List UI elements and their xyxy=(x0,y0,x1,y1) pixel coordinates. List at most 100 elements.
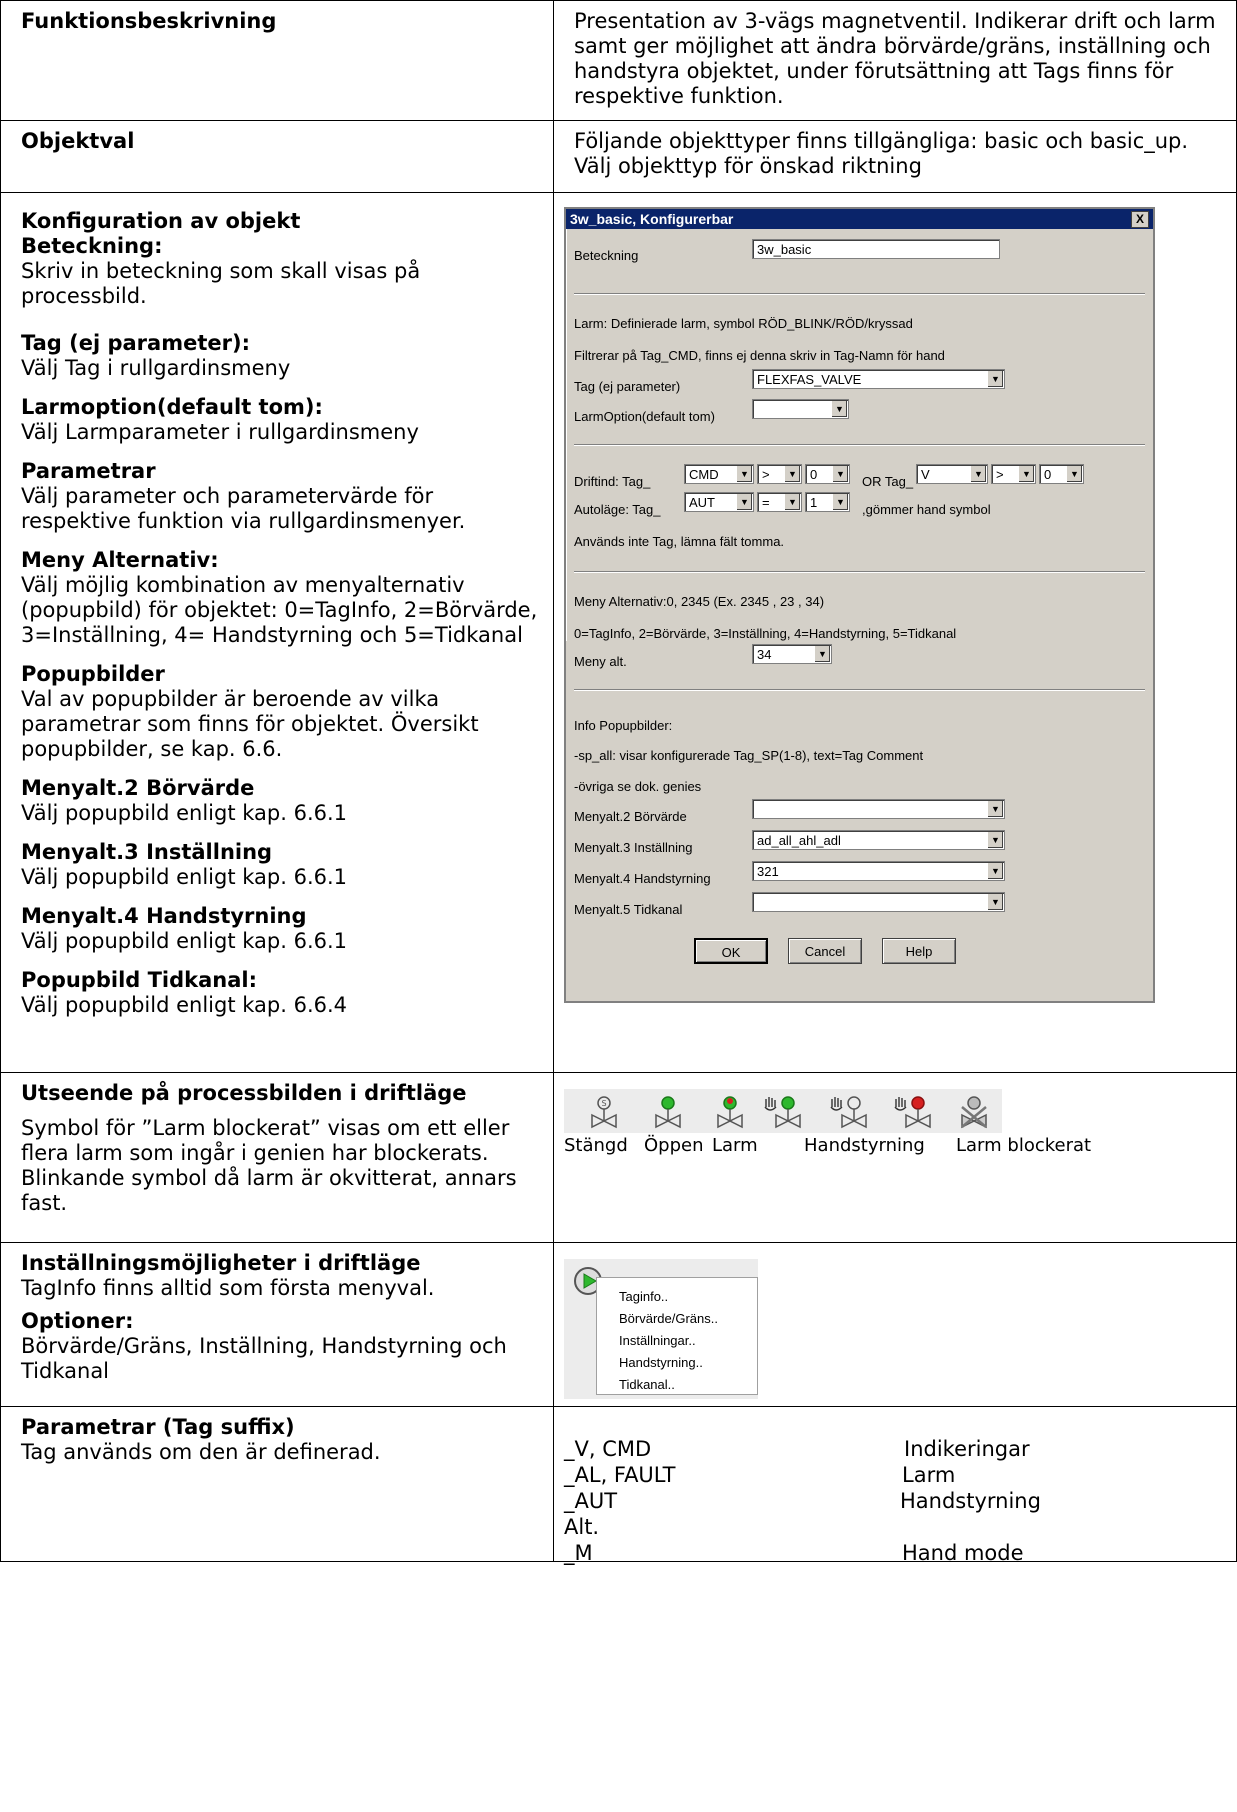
section-title: Konfiguration av objekt xyxy=(21,209,301,233)
context-menu: Taginfo.. Börvärde/Gräns.. Inställningar… xyxy=(596,1277,758,1395)
tag-select[interactable]: FLEXFAS_VALVE ▼ xyxy=(752,369,1005,389)
cancel-button[interactable]: Cancel xyxy=(788,938,862,964)
chevron-down-icon[interactable]: ▼ xyxy=(784,466,800,482)
row-label: Parametrar (Tag suffix) xyxy=(21,1415,295,1439)
select-value: = xyxy=(762,495,770,510)
chevron-down-icon[interactable]: ▼ xyxy=(831,401,847,417)
menyalt2-heading: Menyalt.2 Börvärde xyxy=(21,776,255,800)
param-tag: _AUT xyxy=(564,1489,618,1513)
m3-select[interactable]: ad_all_ahl_adl ▼ xyxy=(752,830,1005,850)
chevron-down-icon[interactable]: ▼ xyxy=(987,894,1003,910)
tag-heading: Tag (ej parameter): xyxy=(21,331,250,355)
row-text: Symbol för ”Larm blockerat” visas om ett… xyxy=(21,1116,517,1215)
config-dialog-lower: Meny alt. 34 ▼ Info Popupbilder: -sp_all:… xyxy=(564,641,1155,1003)
dialog-title: 3w_basic, Konfigurerbar xyxy=(566,209,1153,229)
cell-label: Utseende på processbilden i driftläge Sy… xyxy=(0,1072,554,1243)
chevron-down-icon[interactable]: ▼ xyxy=(987,863,1003,879)
valve-open-icon xyxy=(655,1096,681,1129)
divider xyxy=(574,444,1145,446)
select-value: ad_all_ahl_adl xyxy=(757,833,841,848)
menyalt3-heading: Menyalt.3 Inställning xyxy=(21,840,273,864)
select-value: CMD xyxy=(689,467,719,482)
param-tag: Alt. xyxy=(564,1515,600,1539)
symbol-label: Larm xyxy=(712,1135,758,1156)
chevron-down-icon[interactable]: ▼ xyxy=(1018,466,1034,482)
select-value: 0 xyxy=(1044,467,1052,482)
chevron-down-icon[interactable]: ▼ xyxy=(832,466,848,482)
larmoption-heading: Larmoption(default tom): xyxy=(21,395,323,419)
cell-value: Följande objekttyper finns tillgängliga:… xyxy=(553,120,1237,193)
driftind-val-select[interactable]: 0 ▼ xyxy=(805,464,850,484)
m5-label: Menyalt.5 Tidkanal xyxy=(574,902,683,917)
select-value: V xyxy=(921,467,930,482)
meny-text: Välj möjlig kombination av menyalternati… xyxy=(21,573,538,647)
row-text: Tag används om den är definerad. xyxy=(21,1440,381,1464)
chevron-down-icon[interactable]: ▼ xyxy=(832,494,848,510)
popup-text: Val av popupbilder är beroende av vilka … xyxy=(21,687,479,761)
select-value: 34 xyxy=(757,647,772,662)
beteckning-input[interactable]: 3w_basic xyxy=(752,239,1000,259)
cell-symbols: S Stängd Öppen Larm Handstyrning Larm bl… xyxy=(553,1072,1237,1243)
cell-label: Konfiguration av objekt Beteckning: Skri… xyxy=(0,192,554,1073)
larm-info: Larm: Definierade larm, symbol RÖD_BLINK… xyxy=(574,316,913,331)
help-button[interactable]: Help xyxy=(882,938,956,964)
menu-item-tidkanal[interactable]: Tidkanal.. xyxy=(619,1372,675,1397)
tidkanal-text: Välj popupbild enligt kap. 6.6.4 xyxy=(21,993,348,1017)
symbol-label: Handstyrning xyxy=(804,1135,925,1156)
larmoption-select[interactable]: ▼ xyxy=(752,399,849,419)
chevron-down-icon[interactable]: ▼ xyxy=(970,466,986,482)
symbol-label: Stängd xyxy=(564,1135,628,1156)
close-icon[interactable]: X xyxy=(1131,211,1149,228)
row-label: Objektval xyxy=(21,129,135,153)
beteckning-text: Skriv in beteckning som skall visas på p… xyxy=(21,259,421,308)
row-text: Följande objekttyper finns tillgängliga:… xyxy=(574,129,1189,178)
param-tag: _M xyxy=(564,1541,593,1565)
chevron-down-icon[interactable]: ▼ xyxy=(784,494,800,510)
chevron-down-icon[interactable]: ▼ xyxy=(987,371,1003,387)
auto-tag-select[interactable]: AUT ▼ xyxy=(684,492,754,512)
chevron-down-icon[interactable]: ▼ xyxy=(736,494,752,510)
divider xyxy=(574,571,1145,573)
divider xyxy=(574,689,1145,691)
chevron-down-icon[interactable]: ▼ xyxy=(736,466,752,482)
meny-heading: Meny Alternativ: xyxy=(21,548,219,572)
or-op-select[interactable]: > ▼ xyxy=(991,464,1036,484)
select-value: AUT xyxy=(689,495,715,510)
or-label: OR Tag_ xyxy=(862,474,914,489)
chevron-down-icon[interactable]: ▼ xyxy=(987,832,1003,848)
tag-label: Tag (ej parameter) xyxy=(574,379,681,394)
auto-op-select[interactable]: = ▼ xyxy=(757,492,802,512)
function-table: Funktionsbeskrivning Presentation av 3-v… xyxy=(0,0,1237,1565)
param-list: _V, CMD Indikeringar _AL, FAULT Larm _AU… xyxy=(564,1415,1224,1565)
param-desc: Larm xyxy=(902,1463,956,1487)
alarm-blocked-icon xyxy=(961,1096,987,1129)
symbol-label: Larm blockerat xyxy=(956,1135,1092,1156)
or-tag-select[interactable]: V ▼ xyxy=(916,464,988,484)
m4-select[interactable]: 321 ▼ xyxy=(752,861,1005,881)
tag-select-value: FLEXFAS_VALVE xyxy=(757,372,862,387)
m2-label: Menyalt.2 Börvärde xyxy=(574,809,687,824)
chevron-down-icon[interactable]: ▼ xyxy=(987,801,1003,817)
hand-open-icon xyxy=(764,1096,801,1129)
driftind-op-select[interactable]: > ▼ xyxy=(757,464,802,484)
auto-val-select[interactable]: 1 ▼ xyxy=(805,492,850,512)
chevron-down-icon[interactable]: ▼ xyxy=(814,646,830,662)
row-objektval: Objektval Följande objekttyper finns til… xyxy=(0,120,1237,193)
m3-label: Menyalt.3 Inställning xyxy=(574,840,693,855)
auto-note: ,gömmer hand symbol xyxy=(862,502,991,517)
info-popup: Info Popupbilder: xyxy=(574,718,673,733)
chevron-down-icon[interactable]: ▼ xyxy=(1066,466,1082,482)
row-installning: Inställningsmöjligheter i driftläge TagI… xyxy=(0,1242,1237,1407)
cell-menu: Taginfo.. Börvärde/Gräns.. Inställningar… xyxy=(553,1242,1237,1407)
m5-select[interactable]: ▼ xyxy=(752,892,1005,912)
hand-alarm-icon xyxy=(894,1096,931,1129)
sp-all-info: -sp_all: visar konfigurerade Tag_SP(1-8)… xyxy=(574,748,924,763)
ok-button[interactable]: OK xyxy=(694,938,768,964)
driftind-tag-select[interactable]: CMD ▼ xyxy=(684,464,754,484)
parametrar-text: Välj parameter och parametervärde för re… xyxy=(21,484,466,533)
meny-select[interactable]: 34 ▼ xyxy=(752,644,832,664)
m2-select[interactable]: ▼ xyxy=(752,799,1005,819)
or-val-select[interactable]: 0 ▼ xyxy=(1039,464,1084,484)
select-value: > xyxy=(996,467,1004,482)
hand-closed-icon xyxy=(830,1096,867,1129)
